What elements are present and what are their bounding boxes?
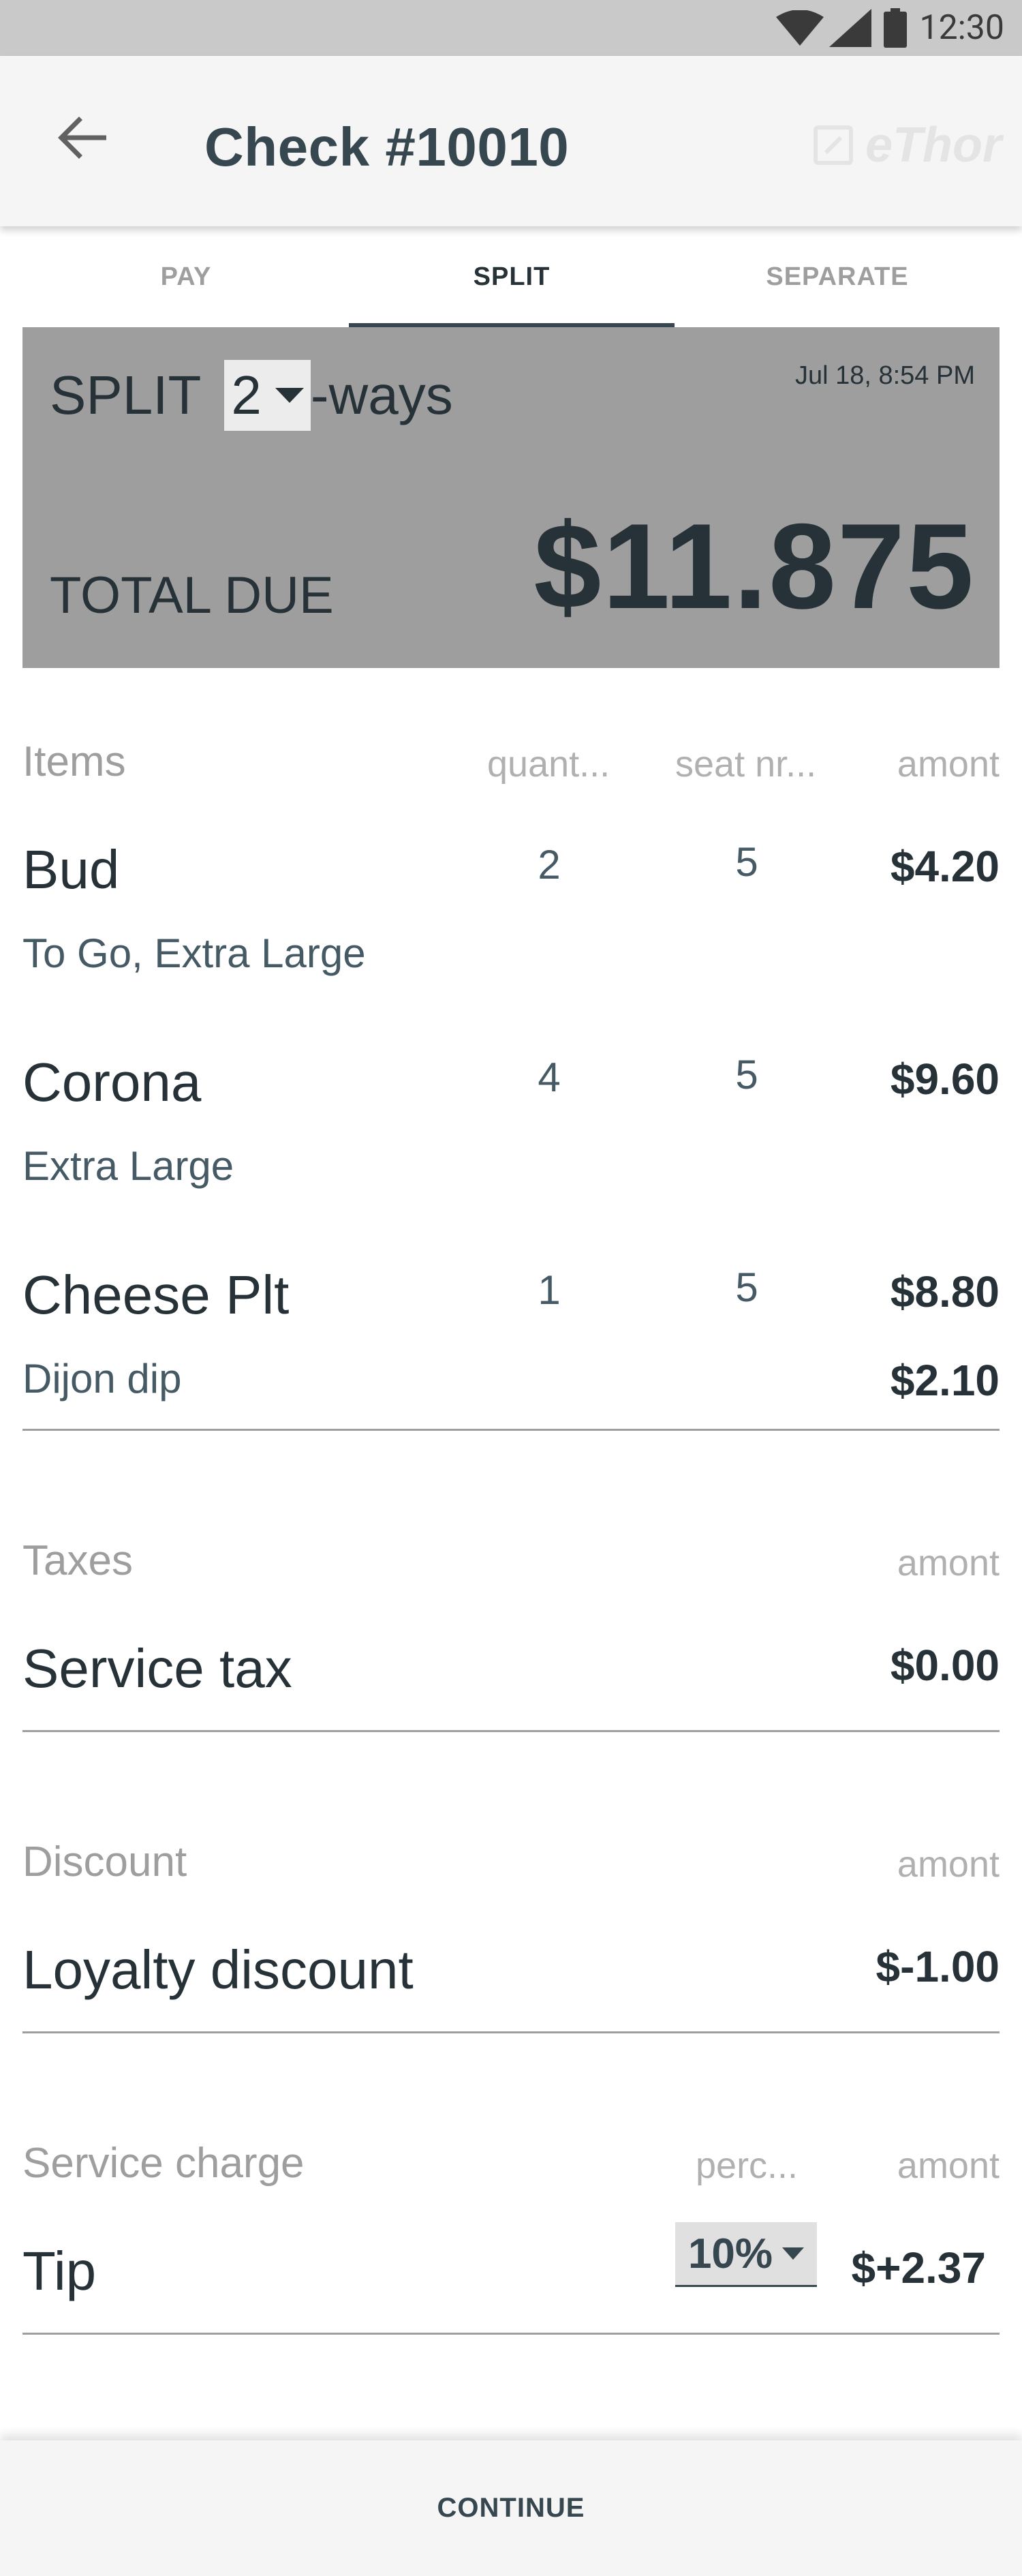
signal-icon xyxy=(829,9,872,47)
tab-split[interactable]: SPLIT xyxy=(349,226,675,327)
tax-name: Service tax xyxy=(22,1638,292,1699)
tip-name: Tip xyxy=(22,2241,97,2301)
service-charge-section: Service charge perc... amont Tip 10% $+2… xyxy=(22,2139,1000,2337)
item-quantity: 1 xyxy=(538,1267,561,1313)
item-amount: $8.80 xyxy=(890,1267,1000,1316)
amount-column-header: amont xyxy=(897,2145,1000,2186)
continue-button[interactable]: CONTINUE xyxy=(0,2440,1022,2576)
split-count-value: 2 xyxy=(231,365,262,425)
tab-separate[interactable]: SEPARATE xyxy=(675,226,1000,327)
tip-percent-select[interactable]: 10% xyxy=(675,2222,817,2287)
page-title: Check #10010 xyxy=(204,117,570,177)
wifi-icon xyxy=(776,10,824,46)
tab-pay[interactable]: PAY xyxy=(23,226,349,327)
item-quantity: 2 xyxy=(538,842,561,888)
amount-column-header: amont xyxy=(897,1844,1000,1885)
percent-column-header: perc... xyxy=(696,2145,799,2186)
split-ways-control: SPLIT 2 -ways xyxy=(50,360,453,431)
item-name: Bud xyxy=(22,839,120,900)
item-modifier: Dijon dip xyxy=(22,1356,182,1401)
bottom-bar: CONTINUE xyxy=(0,2440,1022,2576)
items-header: Items xyxy=(22,738,126,785)
total-due-label: TOTAL DUE xyxy=(50,566,334,624)
status-time: 12:30 xyxy=(919,8,1004,48)
split-suffix: -ways xyxy=(310,365,453,425)
item-modifier-amount: $2.10 xyxy=(890,1356,1000,1405)
caret-down-icon xyxy=(782,2247,805,2260)
service-charge-header: Service charge xyxy=(22,2140,305,2187)
item-seat: 5 xyxy=(735,1264,758,1310)
item-amount: $9.60 xyxy=(890,1055,1000,1104)
taxes-section: Taxes amont Service tax $0.00 xyxy=(22,1536,1000,1734)
status-bar: 12:30 xyxy=(0,0,1022,56)
taxes-divider xyxy=(22,1730,1000,1732)
item-name: Cheese Plt xyxy=(22,1264,290,1325)
logo-text: eThor xyxy=(865,118,1002,172)
split-prefix: SPLIT xyxy=(50,365,202,425)
battery-icon xyxy=(884,8,908,48)
item-name: Corona xyxy=(22,1052,202,1112)
taxes-header: Taxes xyxy=(22,1537,133,1584)
quantity-column-header: quant... xyxy=(487,744,610,785)
discount-header: Discount xyxy=(22,1838,187,1885)
item-seat: 5 xyxy=(735,1052,758,1097)
discount-divider xyxy=(22,2031,1000,2033)
seat-column-header: seat nr... xyxy=(675,744,817,785)
edit-square-icon xyxy=(813,125,853,165)
check-datetime: Jul 18, 8:54 PM xyxy=(794,361,975,390)
logo: eThor xyxy=(813,117,1002,173)
item-modifier: To Go, Extra Large xyxy=(22,930,366,976)
items-section: Items quant... seat nr... amont Bud 2 5 … xyxy=(22,738,1000,1433)
back-button[interactable] xyxy=(41,97,123,179)
status-icons: 12:30 xyxy=(776,7,1004,49)
tab-bar: PAY SPLIT SEPARATE xyxy=(0,226,1022,329)
split-count-select[interactable]: 2 xyxy=(224,360,311,431)
tip-amount: $+2.37 xyxy=(851,2243,986,2292)
total-due-value: $11.875 xyxy=(533,498,975,634)
amount-column-header: amont xyxy=(897,744,1000,785)
discount-section: Discount amont Loyalty discount $-1.00 xyxy=(22,1838,1000,2035)
tax-amount: $0.00 xyxy=(890,1641,1000,1690)
item-modifier: Extra Large xyxy=(22,1143,234,1189)
item-seat: 5 xyxy=(735,839,758,885)
amount-column-header: amont xyxy=(897,1543,1000,1584)
item-quantity: 4 xyxy=(538,1055,561,1100)
item-amount: $4.20 xyxy=(890,842,1000,891)
items-divider xyxy=(22,1429,1000,1431)
service-charge-divider xyxy=(22,2333,1000,2335)
arrow-left-icon xyxy=(58,117,106,159)
split-summary-card: SPLIT 2 -ways Jul 18, 8:54 PM TOTAL DUE … xyxy=(22,327,1000,668)
discount-amount: $-1.00 xyxy=(876,1942,1000,1991)
discount-name: Loyalty discount xyxy=(22,1939,414,2000)
app-bar: Check #10010 eThor xyxy=(0,56,1022,226)
tip-percent-value: 10% xyxy=(687,2230,773,2277)
caret-down-icon xyxy=(275,388,304,403)
